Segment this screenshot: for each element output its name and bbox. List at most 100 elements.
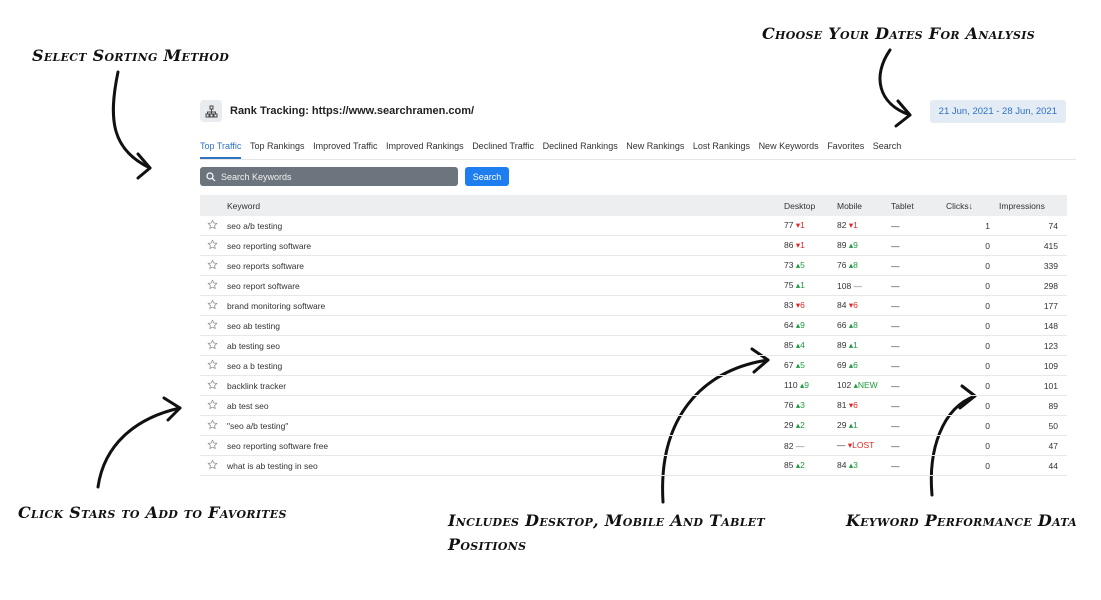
- clicks-cell: 0: [946, 315, 999, 336]
- tablet-cell: —: [891, 335, 946, 356]
- tab-improved-traffic[interactable]: Improved Traffic: [313, 137, 377, 157]
- desktop-position: 83: [784, 300, 794, 310]
- mobile-change: ▴1: [848, 420, 858, 430]
- desktop-change: —: [795, 440, 805, 451]
- star-icon[interactable]: [207, 419, 218, 432]
- tab-declined-traffic[interactable]: Declined Traffic: [472, 137, 534, 157]
- app-header: Rank Tracking: https://www.searchramen.c…: [200, 100, 1068, 126]
- star-icon[interactable]: [207, 339, 218, 352]
- table-header-row: Keyword Desktop Mobile Tablet Clicks↓ Im…: [200, 195, 1067, 216]
- table-row: ab testing seo 85 ▴4 89 ▴1—0 123: [200, 335, 1067, 356]
- star-icon[interactable]: [207, 219, 218, 232]
- star-icon[interactable]: [207, 399, 218, 412]
- mobile-cell: 69 ▴6: [837, 355, 891, 376]
- mobile-change: ▾1: [848, 220, 858, 230]
- star-icon[interactable]: [207, 259, 218, 272]
- header-mobile[interactable]: Mobile: [837, 195, 891, 216]
- desktop-position: 85: [784, 340, 794, 350]
- clicks-cell: 1: [946, 216, 999, 236]
- search-input[interactable]: [216, 171, 451, 182]
- mobile-cell: 89 ▴9: [837, 235, 891, 256]
- table-row: seo report software 75 ▴1 108 — —0 298: [200, 275, 1067, 296]
- search-button[interactable]: Search: [465, 167, 509, 186]
- mobile-cell: 66 ▴8: [837, 315, 891, 336]
- mobile-position: 89: [837, 240, 847, 250]
- star-icon[interactable]: [207, 459, 218, 472]
- star-icon[interactable]: [207, 439, 218, 452]
- mobile-position: —: [837, 440, 846, 450]
- mobile-change: ▴9: [848, 240, 858, 250]
- clicks-cell: 0: [946, 395, 999, 416]
- tablet-cell: —: [891, 216, 946, 236]
- star-icon[interactable]: [207, 279, 218, 292]
- table-row: seo reports software 73 ▴5 76 ▴8—0 339: [200, 255, 1067, 276]
- mobile-position: 102: [837, 380, 852, 390]
- tab-favorites[interactable]: Favorites: [827, 137, 864, 157]
- table-row: seo reporting software 86 ▾1 89 ▴9—0 415: [200, 235, 1067, 256]
- tab-lost-rankings[interactable]: Lost Rankings: [693, 137, 750, 157]
- header-impressions[interactable]: Impressions: [999, 195, 1067, 216]
- header-desktop[interactable]: Desktop: [784, 195, 837, 216]
- impressions-cell: 47: [999, 435, 1067, 456]
- star-icon[interactable]: [207, 319, 218, 332]
- desktop-cell: 73 ▴5: [784, 255, 837, 276]
- table-body: seo a/b testing 77 ▾1 82 ▾1—1 74 seo reporti…: [200, 216, 1067, 476]
- favorite-cell: [200, 216, 227, 236]
- header-clicks[interactable]: Clicks↓: [946, 195, 999, 216]
- impressions-cell: 109: [999, 355, 1067, 376]
- mobile-cell: 76 ▴8: [837, 255, 891, 276]
- mobile-change: ▴3: [848, 460, 858, 470]
- desktop-cell: 67 ▴5: [784, 355, 837, 376]
- tab-top-rankings[interactable]: Top Rankings: [250, 137, 305, 157]
- star-icon[interactable]: [207, 239, 218, 252]
- annotation-sorting: Select Sorting Method: [32, 46, 230, 65]
- mobile-cell: 29 ▴1: [837, 415, 891, 436]
- desktop-cell: 85 ▴4: [784, 335, 837, 356]
- impressions-cell: 123: [999, 335, 1067, 356]
- desktop-cell: 86 ▾1: [784, 235, 837, 256]
- favorite-cell: [200, 455, 227, 476]
- tab-search[interactable]: Search: [873, 137, 902, 157]
- keyword-cell: seo reports software: [227, 255, 784, 276]
- tablet-cell: —: [891, 455, 946, 476]
- mobile-change: ▾LOST: [847, 440, 875, 450]
- star-icon[interactable]: [207, 379, 218, 392]
- tab-top-traffic[interactable]: Top Traffic: [200, 137, 242, 159]
- mobile-position: 66: [837, 320, 847, 330]
- desktop-cell: 77 ▾1: [784, 216, 837, 236]
- keyword-cell: what is ab testing in seo: [227, 455, 784, 476]
- table-row: seo a b testing 67 ▴5 69 ▴6—0 109: [200, 355, 1067, 376]
- tab-declined-rankings[interactable]: Declined Rankings: [543, 137, 618, 157]
- favorite-cell: [200, 235, 227, 256]
- header-tablet[interactable]: Tablet: [891, 195, 946, 216]
- desktop-position: 82: [784, 440, 794, 451]
- header-keyword[interactable]: Keyword: [227, 195, 784, 216]
- tablet-cell: —: [891, 235, 946, 256]
- tab-new-keywords[interactable]: New Keywords: [759, 137, 819, 157]
- tab-new-rankings[interactable]: New Rankings: [626, 137, 684, 157]
- desktop-position: 85: [784, 460, 794, 470]
- mobile-position: 69: [837, 360, 847, 370]
- date-range-picker[interactable]: 21 Jun, 2021 - 28 Jun, 2021: [929, 100, 1066, 123]
- impressions-cell: 415: [999, 235, 1067, 256]
- star-icon[interactable]: [207, 299, 218, 312]
- desktop-position: 110: [784, 380, 798, 390]
- table-row: seo a/b testing 77 ▾1 82 ▾1—1 74: [200, 216, 1067, 236]
- desktop-change: ▴9: [795, 320, 805, 330]
- favorite-cell: [200, 415, 227, 436]
- mobile-change: —: [853, 280, 863, 291]
- desktop-change: ▴2: [795, 420, 805, 430]
- desktop-position: 75: [784, 280, 794, 290]
- tablet-cell: —: [891, 275, 946, 296]
- desktop-cell: 85 ▴2: [784, 455, 837, 476]
- star-icon[interactable]: [207, 359, 218, 372]
- arrow-sorting-head: [136, 152, 152, 180]
- table-row: what is ab testing in seo 85 ▴2 84 ▴3—0 44: [200, 455, 1067, 476]
- clicks-cell: 0: [946, 295, 999, 316]
- mobile-cell: 84 ▴3: [837, 455, 891, 476]
- tab-improved-rankings[interactable]: Improved Rankings: [386, 137, 464, 157]
- mobile-cell: 81 ▾6: [837, 395, 891, 416]
- impressions-cell: 101: [999, 375, 1067, 396]
- clicks-cell: 0: [946, 435, 999, 456]
- favorite-cell: [200, 275, 227, 296]
